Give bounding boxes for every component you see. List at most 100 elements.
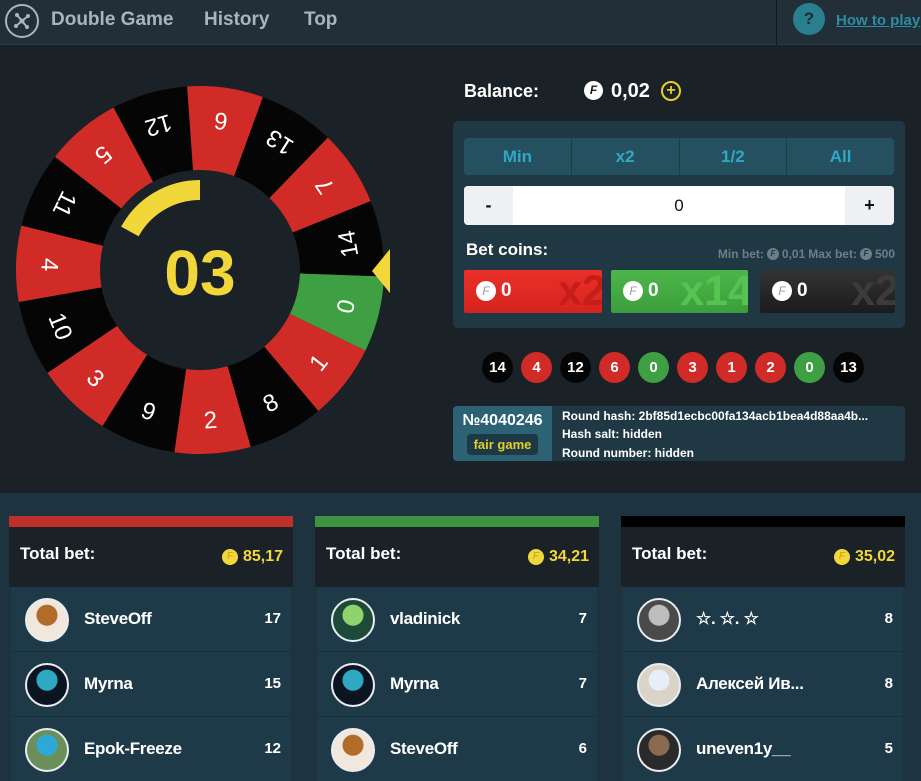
column-color-bar (9, 516, 293, 527)
multiplier-text: x14 (680, 270, 748, 313)
decrease-button[interactable]: - (464, 186, 513, 225)
min-bet-value: 0,01 (781, 247, 806, 261)
nav-double-game[interactable]: Double Game (51, 9, 173, 31)
history-ball: 13 (833, 352, 864, 383)
coin-icon: F (833, 549, 850, 565)
avatar[interactable] (25, 598, 69, 642)
player-name: Алексей Ив... (696, 674, 804, 693)
total-bet-label: Total bet: (632, 544, 708, 563)
black-bets-column: Total bet: 35,02 F ☆. ☆. ☆ 8 Алексей Ив.… (621, 516, 905, 781)
nav-top[interactable]: Top (304, 9, 337, 31)
red-bets-column: Total bet: 85,17 F SteveOff 17 Myrna 15 … (9, 516, 293, 781)
player-name: Epok-Freeze (84, 739, 182, 758)
recent-results: 14 4 12 6 0 3 1 2 0 13 (482, 352, 864, 383)
player-bet-count: 5 (884, 740, 893, 757)
countdown-text: 03 (164, 237, 235, 309)
history-ball: 0 (794, 352, 825, 383)
player-bet-count: 7 (578, 610, 587, 627)
total-bet-label: Total bet: (20, 544, 96, 563)
all-button[interactable]: All (787, 138, 894, 175)
wheel-number: 2 (203, 407, 218, 435)
coin-icon: F (476, 281, 496, 301)
total-bet-value: 34,21 (548, 548, 589, 565)
avatar[interactable] (331, 728, 375, 772)
bet-amount-stepper: - + (464, 186, 894, 225)
coin-icon: F (766, 248, 779, 260)
multiplier-text: x2 (851, 270, 895, 313)
how-to-play-link[interactable]: How to play (836, 12, 920, 29)
coin-icon: F (623, 281, 643, 301)
history-ball: 14 (482, 352, 513, 383)
total-bet-value: 85,17 (242, 548, 283, 565)
wheel-number: 14 (333, 228, 364, 259)
player-name: Myrna (390, 674, 439, 693)
player-row[interactable]: vladinick 7 (317, 587, 597, 652)
bet-black-amount: 0 (797, 280, 808, 301)
history-ball: 4 (521, 352, 552, 383)
bet-green-button[interactable]: x14 F 0 (611, 270, 748, 313)
coin-icon: F (527, 549, 544, 565)
fair-game-badge[interactable]: fair game (467, 434, 538, 455)
column-header: Total bet: 34,21 F (315, 527, 599, 587)
logo-icon[interactable] (5, 4, 39, 38)
history-ball: 1 (716, 352, 747, 383)
player-bet-count: 15 (264, 675, 281, 692)
bet-green-amount: 0 (648, 280, 659, 301)
bet-black-button[interactable]: x2 F 0 (760, 270, 895, 313)
bet-red-button[interactable]: x2 F 0 (464, 270, 602, 313)
min-button[interactable]: Min (464, 138, 572, 175)
bets-section: Total bet: 85,17 F SteveOff 17 Myrna 15 … (0, 493, 921, 781)
balance-label: Balance: (464, 81, 540, 101)
column-header: Total bet: 85,17 F (9, 527, 293, 587)
multiplier-text: x2 (558, 270, 602, 313)
player-bet-count: 8 (884, 610, 893, 627)
avatar[interactable] (637, 663, 681, 707)
history-ball: 2 (755, 352, 786, 383)
bet-red-amount: 0 (501, 280, 512, 301)
player-row[interactable]: SteveOff 6 (317, 717, 597, 781)
player-row[interactable]: uneven1y__ 5 (623, 717, 903, 781)
player-name: Myrna (84, 674, 133, 693)
player-bet-count: 8 (884, 675, 893, 692)
coin-icon: F (221, 549, 238, 565)
nav-history[interactable]: History (204, 9, 269, 31)
green-bets-column: Total bet: 34,21 F vladinick 7 Myrna 7 S… (315, 516, 599, 781)
help-icon[interactable]: ? (793, 3, 825, 35)
avatar[interactable] (637, 598, 681, 642)
player-row[interactable]: Myrna 7 (317, 652, 597, 717)
avatar[interactable] (331, 598, 375, 642)
avatar[interactable] (331, 663, 375, 707)
player-row[interactable]: Myrna 15 (11, 652, 291, 717)
bet-limits: Min bet: F 0,01 Max bet: F 500 (718, 247, 895, 261)
history-ball: 6 (599, 352, 630, 383)
player-name: uneven1y__ (696, 739, 791, 758)
half-button[interactable]: 1/2 (680, 138, 788, 175)
avatar[interactable] (25, 728, 69, 772)
player-row[interactable]: ☆. ☆. ☆ 8 (623, 587, 903, 652)
player-bet-count: 12 (264, 740, 281, 757)
player-row[interactable]: Алексей Ив... 8 (623, 652, 903, 717)
increase-button[interactable]: + (845, 186, 894, 225)
player-row[interactable]: SteveOff 17 (11, 587, 291, 652)
avatar[interactable] (25, 663, 69, 707)
player-bet-count: 7 (578, 675, 587, 692)
quick-amount-buttons: Min x2 1/2 All (464, 138, 894, 175)
avatar[interactable] (637, 728, 681, 772)
round-hash: Round hash: 2bf85d1ecbc00fa134acb1bea4d8… (562, 409, 869, 423)
add-balance-icon[interactable]: + (661, 81, 681, 101)
wheel-pointer-icon (372, 249, 390, 293)
bet-amount-input[interactable] (513, 186, 845, 225)
history-ball: 12 (560, 352, 591, 383)
wheel-number: 4 (35, 258, 62, 272)
total-bet-label: Total bet: (326, 544, 402, 563)
round-number: Round number: hidden (562, 446, 694, 460)
coin-icon: F (859, 248, 872, 260)
player-name: SteveOff (390, 739, 458, 758)
double-button[interactable]: x2 (572, 138, 680, 175)
min-bet-label: Min bet: (717, 247, 764, 261)
player-row[interactable]: Epok-Freeze 12 (11, 717, 291, 781)
column-color-bar (315, 516, 599, 527)
coin-icon: F (584, 81, 603, 100)
player-name: ☆. ☆. ☆ (696, 609, 759, 628)
round-id-box: №4040246 fair game (453, 406, 552, 461)
